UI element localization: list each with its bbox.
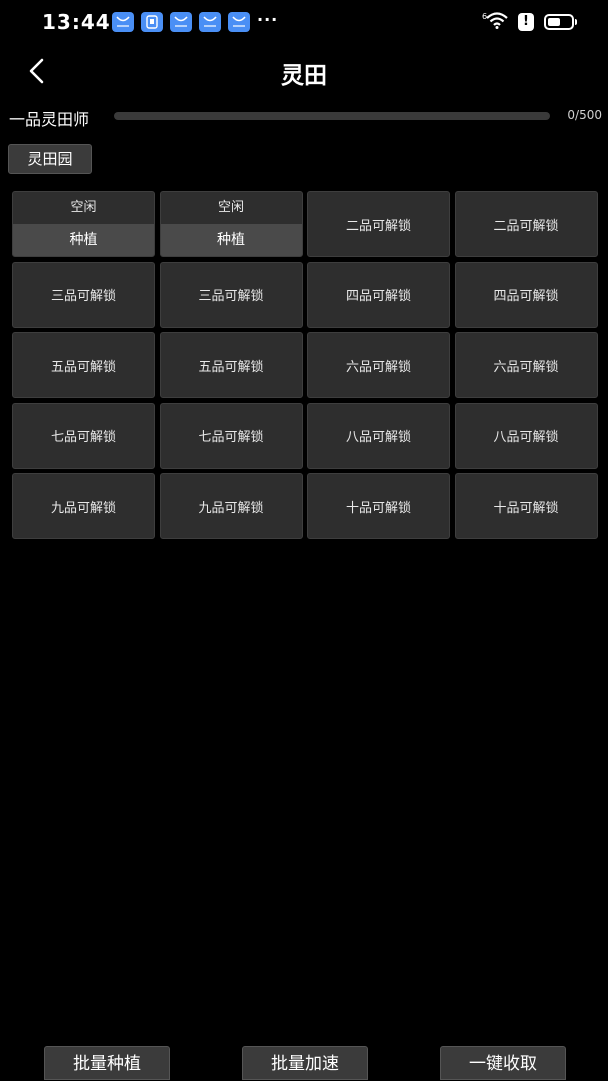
- plot-unlock-label: 八品可解锁: [493, 430, 559, 445]
- plot-unlock-label: 五品可解锁: [50, 359, 116, 375]
- plot-cell-locked[interactable]: 三品可解锁: [159, 261, 303, 328]
- status-indicators: 6 !: [482, 11, 577, 33]
- batch-speedup-button[interactable]: 批量加速: [242, 1046, 368, 1080]
- plot-cell-locked[interactable]: 八品可解锁: [307, 402, 450, 469]
- plot-cell-locked[interactable]: 八品可解锁: [454, 402, 598, 469]
- tab-garden[interactable]: 灵田园: [8, 144, 92, 174]
- plot-cell-locked[interactable]: 六品可解锁: [307, 332, 450, 398]
- app-notification-icon: [141, 12, 163, 32]
- plot-cell-locked[interactable]: 七品可解锁: [159, 402, 303, 469]
- header: 灵田: [0, 44, 608, 96]
- plot-cell-locked[interactable]: 六品可解锁: [454, 332, 598, 398]
- plot-unlock-label: 九品可解锁: [50, 500, 116, 516]
- plot-cell-locked[interactable]: 四品可解锁: [307, 261, 450, 328]
- notification-icons: [112, 12, 250, 32]
- plant-button[interactable]: 种植: [13, 224, 154, 256]
- plot-unlock-label: 四品可解锁: [345, 289, 411, 304]
- plot-unlock-label: 十品可解锁: [493, 500, 559, 516]
- app-notification-icon: [199, 12, 221, 32]
- status-bar: 13:44 ··· 6 !: [0, 0, 608, 44]
- plot-cell-idle[interactable]: 空闲 种植: [12, 191, 155, 257]
- plot-cell-locked[interactable]: 五品可解锁: [159, 332, 303, 398]
- plot-unlock-label: 十品可解锁: [345, 500, 411, 516]
- plot-cell-locked[interactable]: 三品可解锁: [12, 261, 155, 328]
- plot-unlock-label: 七品可解锁: [50, 430, 116, 445]
- plot-unlock-label: 四品可解锁: [493, 289, 559, 304]
- plot-unlock-label: 八品可解锁: [345, 430, 411, 445]
- svg-text:6: 6: [482, 12, 487, 21]
- app-notification-icon: [112, 12, 134, 32]
- plot-unlock-label: 三品可解锁: [50, 289, 116, 304]
- plot-unlock-label: 六品可解锁: [493, 359, 559, 375]
- plot-grid: 空闲 种植 空闲 种植 二品可解锁 二品可解锁 三品可解锁 三品可解锁 四品可解锁 四品可解锁 五品…: [12, 191, 598, 539]
- plot-unlock-label: 七品可解锁: [198, 430, 264, 445]
- plot-unlock-label: 六品可解锁: [345, 359, 411, 375]
- plot-unlock-label: 二品可解锁: [345, 218, 411, 234]
- plot-unlock-label: 九品可解锁: [198, 500, 264, 516]
- plot-unlock-label: 二品可解锁: [493, 218, 559, 234]
- wifi-icon: 6: [482, 11, 508, 33]
- app-notification-icon: [170, 12, 192, 32]
- plot-cell-locked[interactable]: 五品可解锁: [12, 332, 155, 398]
- plot-cell-locked[interactable]: 四品可解锁: [454, 261, 598, 328]
- harvest-all-button[interactable]: 一键收取: [440, 1046, 566, 1080]
- plot-cell-locked[interactable]: 九品可解锁: [159, 473, 303, 539]
- plot-cell-locked[interactable]: 十品可解锁: [307, 473, 450, 539]
- battery-icon: [544, 14, 577, 30]
- plot-cell-locked[interactable]: 二品可解锁: [454, 191, 598, 257]
- plot-status: 空闲: [70, 200, 97, 215]
- app-notification-icon: [228, 12, 250, 32]
- alert-icon: !: [518, 13, 534, 31]
- plot-unlock-label: 三品可解锁: [198, 289, 264, 304]
- page-title: 灵田: [281, 63, 327, 89]
- status-time: 13:44: [42, 10, 111, 34]
- plot-cell-locked[interactable]: 九品可解锁: [12, 473, 155, 539]
- plot-cell-locked[interactable]: 二品可解锁: [307, 191, 450, 257]
- plot-cell-idle[interactable]: 空闲 种植: [159, 191, 303, 257]
- more-notifications-icon: ···: [257, 10, 279, 29]
- plot-cell-locked[interactable]: 十品可解锁: [454, 473, 598, 539]
- plant-button[interactable]: 种植: [160, 224, 302, 256]
- progress-text: 0/500: [567, 108, 602, 122]
- batch-plant-button[interactable]: 批量种植: [44, 1046, 170, 1080]
- bottom-action-bar: 批量种植 批量加速 一键收取: [0, 1046, 608, 1080]
- rank-label: 一品灵田师: [9, 110, 90, 129]
- plot-status: 空闲: [217, 200, 244, 215]
- plot-cell-locked[interactable]: 七品可解锁: [12, 402, 155, 469]
- progress-bar: [114, 112, 550, 120]
- plot-unlock-label: 五品可解锁: [198, 359, 264, 375]
- rank-progress: 一品灵田师 0/500: [0, 104, 608, 130]
